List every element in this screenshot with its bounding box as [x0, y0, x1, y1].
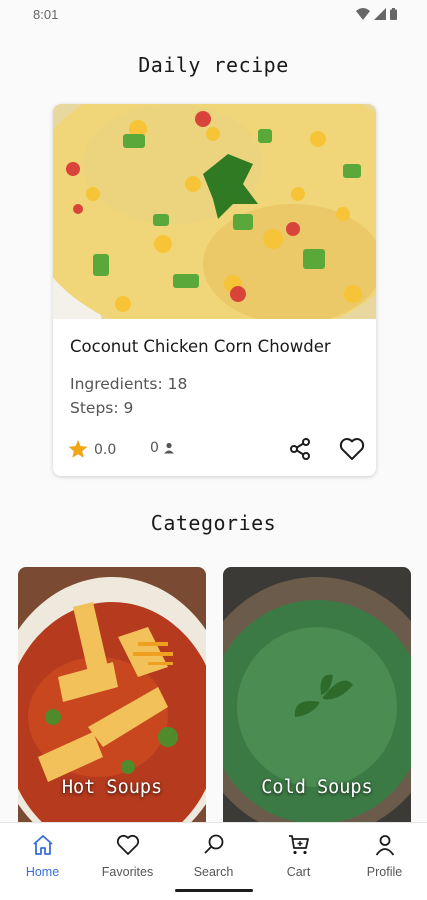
- recipe-steps-count: Steps: 9: [70, 399, 134, 417]
- search-icon: [203, 834, 223, 854]
- signal-icon: [374, 8, 386, 20]
- wifi-icon: [356, 8, 370, 20]
- category-label: Cold Soups: [261, 777, 373, 798]
- category-cold-soups[interactable]: Cold Soups: [223, 567, 411, 823]
- heart-icon[interactable]: [339, 437, 365, 461]
- nav-label: Home: [25, 865, 60, 879]
- status-icons: [356, 8, 397, 20]
- categories-title: Categories: [150, 511, 277, 535]
- review-count: 0: [150, 440, 159, 456]
- star-icon: [68, 440, 88, 458]
- person-icon: [163, 442, 174, 454]
- recipe-ingredients-count: Ingredients: 18: [70, 375, 188, 393]
- nav-item-search[interactable]: Search: [171, 833, 256, 879]
- nav-label: Search: [193, 865, 234, 879]
- battery-icon: [390, 8, 397, 20]
- nav-item-favorites[interactable]: Favorites: [85, 833, 170, 879]
- heart-icon: [116, 834, 139, 855]
- category-label: Hot Soups: [61, 777, 163, 798]
- nav-label: Cart: [286, 865, 311, 879]
- nav-label: Favorites: [101, 865, 154, 879]
- recipe-footer: 0.0 0: [68, 437, 365, 462]
- share-icon[interactable]: [288, 437, 312, 461]
- cart-icon: [288, 835, 309, 855]
- home-icon: [32, 835, 53, 855]
- home-indicator[interactable]: [175, 889, 253, 892]
- nav-item-cart[interactable]: Cart: [256, 833, 341, 879]
- daily-recipe-title: Daily recipe: [138, 53, 289, 77]
- recipe-image: [53, 104, 376, 319]
- nav-label: Profile: [366, 865, 403, 879]
- status-bar: 8:01: [0, 0, 427, 30]
- person-icon: [375, 835, 394, 856]
- nav-item-home[interactable]: Home: [0, 833, 85, 879]
- status-time: 8:01: [33, 7, 59, 22]
- recipe-name[interactable]: Coconut Chicken Corn Chowder: [70, 337, 331, 356]
- rating-value: 0.0: [94, 441, 117, 458]
- rating: 0.0: [68, 440, 116, 459]
- reviews: 0: [150, 440, 176, 456]
- category-hot-soups[interactable]: Hot Soups: [18, 567, 206, 823]
- daily-recipe-card[interactable]: Coconut Chicken Corn Chowder Ingredients…: [53, 104, 376, 476]
- nav-item-profile[interactable]: Profile: [342, 833, 427, 879]
